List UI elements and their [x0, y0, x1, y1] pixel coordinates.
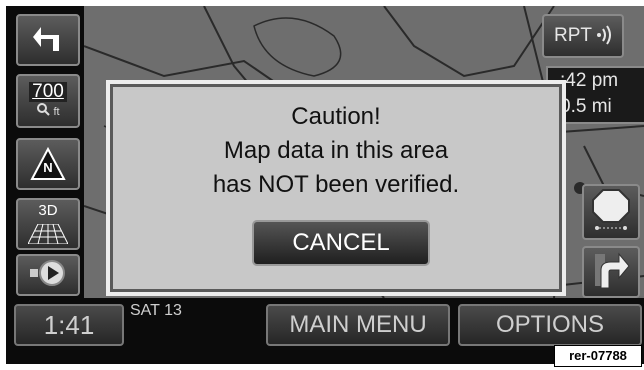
- remaining-distance: 0.5 mi: [560, 96, 612, 117]
- caution-dialog: Caution! Map data in this area has NOT b…: [106, 80, 566, 296]
- main-menu-button[interactable]: MAIN MENU: [266, 304, 450, 346]
- scale-unit: ft: [53, 105, 60, 118]
- clock-button[interactable]: 1:41: [14, 304, 124, 346]
- dialog-message: Caution! Map data in this area has NOT b…: [110, 100, 562, 202]
- north-up-button[interactable]: N: [16, 138, 80, 190]
- bottom-bar: 1:41 SAT 13 MAIN MENU OPTIONS: [6, 298, 644, 364]
- stop-button[interactable]: [582, 184, 640, 240]
- back-button[interactable]: [16, 14, 80, 66]
- options-button[interactable]: OPTIONS: [458, 304, 642, 346]
- dialog-line-1: Map data in this area: [223, 137, 449, 164]
- north-up-icon: N: [30, 147, 66, 181]
- back-arrow-icon: [31, 23, 65, 58]
- north-label: N: [43, 160, 53, 175]
- date-label: SAT 13: [130, 302, 182, 319]
- turn-list-button[interactable]: [582, 246, 640, 298]
- arrival-time: :42 pm: [560, 70, 619, 91]
- scale-unit-row: ft: [36, 102, 60, 121]
- turn-right-icon: [591, 250, 631, 295]
- scale-value: 700: [29, 81, 67, 102]
- reference-code: rer-07788: [554, 345, 642, 367]
- speaker-play-icon: [28, 259, 68, 292]
- sound-waves-icon: [596, 24, 612, 48]
- 3d-grid-icon: [27, 223, 69, 249]
- repeat-guidance-button[interactable]: RPT: [542, 14, 624, 58]
- magnifier-icon: [36, 102, 51, 121]
- dialog-line-2: has NOT been verified.: [212, 171, 460, 198]
- 3d-view-button[interactable]: 3D: [16, 198, 80, 250]
- stop-sign-icon: [591, 188, 631, 237]
- dialog-title: Caution!: [291, 103, 381, 130]
- cancel-button[interactable]: CANCEL: [252, 220, 430, 266]
- route-guidance-button[interactable]: [16, 254, 80, 296]
- map-scale-button[interactable]: 700 ft: [16, 74, 80, 128]
- repeat-label: RPT: [554, 25, 592, 46]
- navigation-screen: 700 ft N 3D RPT:42 pm 0.5 mi 1:41 SAT 1…: [6, 6, 644, 364]
- 3d-label: 3D: [38, 202, 58, 219]
